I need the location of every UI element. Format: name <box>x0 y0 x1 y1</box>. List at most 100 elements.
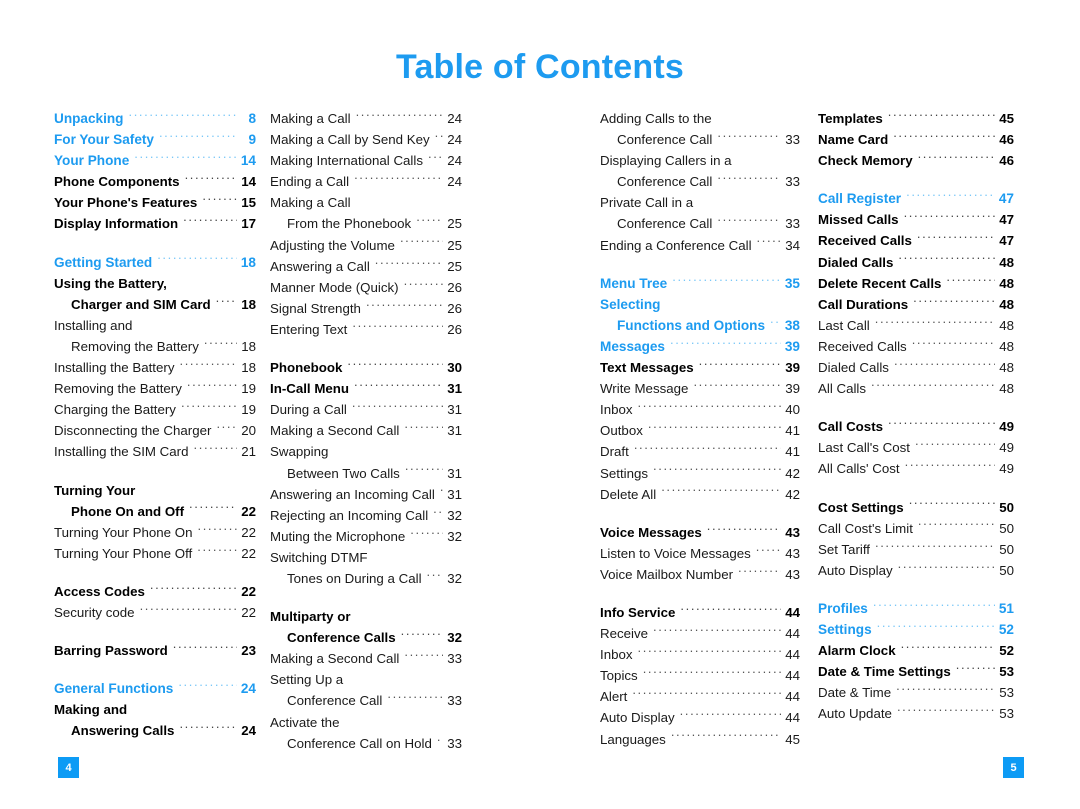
toc-entry[interactable]: Templates 45 <box>818 108 1014 129</box>
toc-entry[interactable]: Barring Password 23 <box>54 640 256 661</box>
toc-entry[interactable]: Private Call in a <box>600 192 800 213</box>
toc-entry[interactable]: Disconnecting the Charger 20 <box>54 420 256 441</box>
toc-entry[interactable]: All Calls 48 <box>818 378 1014 399</box>
toc-entry[interactable]: Adjusting the Volume 25 <box>270 235 462 256</box>
toc-entry[interactable]: Dialed Calls 48 <box>818 357 1014 378</box>
toc-entry[interactable]: Getting Started 18 <box>54 252 256 273</box>
toc-entry[interactable]: Making a Second Call 31 <box>270 420 462 441</box>
toc-entry[interactable]: Your Phone 14 <box>54 150 256 171</box>
toc-entry[interactable]: From the Phonebook 25 <box>270 213 462 234</box>
toc-entry[interactable]: Delete Recent Calls 48 <box>818 273 1014 294</box>
toc-entry[interactable]: Name Card 46 <box>818 129 1014 150</box>
toc-entry[interactable]: Settings 52 <box>818 619 1014 640</box>
toc-entry[interactable]: Inbox 44 <box>600 644 800 665</box>
toc-entry[interactable]: Call Durations 48 <box>818 294 1014 315</box>
toc-entry[interactable]: Charger and SIM Card 18 <box>54 294 256 315</box>
toc-entry[interactable]: Date & Time 53 <box>818 682 1014 703</box>
toc-entry[interactable]: Call Costs 49 <box>818 416 1014 437</box>
toc-entry[interactable]: Alarm Clock 52 <box>818 640 1014 661</box>
toc-entry[interactable]: Access Codes 22 <box>54 581 256 602</box>
toc-entry[interactable]: Turning Your <box>54 480 256 501</box>
toc-entry[interactable]: Text Messages 39 <box>600 357 800 378</box>
toc-entry[interactable]: Making a Call <box>270 192 462 213</box>
toc-entry[interactable]: Auto Update 53 <box>818 703 1014 724</box>
toc-entry[interactable]: Phone On and Off 22 <box>54 501 256 522</box>
toc-entry[interactable]: Installing and <box>54 315 256 336</box>
toc-entry[interactable]: Auto Display 44 <box>600 707 800 728</box>
toc-entry[interactable]: Outbox 41 <box>600 420 800 441</box>
toc-entry[interactable]: In-Call Menu 31 <box>270 378 462 399</box>
toc-entry[interactable]: All Calls' Cost 49 <box>818 458 1014 479</box>
toc-entry[interactable]: Last Call 48 <box>818 315 1014 336</box>
toc-entry[interactable]: Answering a Call 25 <box>270 256 462 277</box>
toc-entry[interactable]: Unpacking 8 <box>54 108 256 129</box>
toc-entry[interactable]: Conference Call 33 <box>600 129 800 150</box>
toc-entry[interactable]: Cost Settings 50 <box>818 497 1014 518</box>
toc-entry[interactable]: Alert 44 <box>600 686 800 707</box>
toc-entry[interactable]: Auto Display 50 <box>818 560 1014 581</box>
toc-entry[interactable]: Adding Calls to the <box>600 108 800 129</box>
toc-entry[interactable]: Languages 45 <box>600 729 800 750</box>
toc-entry[interactable]: Draft 41 <box>600 441 800 462</box>
toc-entry[interactable]: Turning Your Phone On 22 <box>54 522 256 543</box>
toc-entry[interactable]: Delete All 42 <box>600 484 800 505</box>
toc-entry[interactable]: Activate the <box>270 712 462 733</box>
toc-entry[interactable]: Profiles 51 <box>818 598 1014 619</box>
toc-entry[interactable]: Answering Calls 24 <box>54 720 256 741</box>
toc-entry[interactable]: Menu Tree 35 <box>600 273 800 294</box>
toc-entry[interactable]: Call Cost's Limit 50 <box>818 518 1014 539</box>
toc-entry[interactable]: Conference Calls 32 <box>270 627 462 648</box>
toc-entry[interactable]: Charging the Battery 19 <box>54 399 256 420</box>
toc-entry[interactable]: General Functions 24 <box>54 678 256 699</box>
toc-entry[interactable]: Answering an Incoming Call 31 <box>270 484 462 505</box>
toc-entry[interactable]: Making a Call by Send Key 24 <box>270 129 462 150</box>
toc-entry[interactable]: Ending a Conference Call 34 <box>600 235 800 256</box>
toc-entry[interactable]: Your Phone's Features 15 <box>54 192 256 213</box>
toc-entry[interactable]: Tones on During a Call 32 <box>270 568 462 589</box>
toc-entry[interactable]: Listen to Voice Messages 43 <box>600 543 800 564</box>
toc-entry[interactable]: Call Register 47 <box>818 188 1014 209</box>
toc-entry[interactable]: Voice Messages 43 <box>600 522 800 543</box>
toc-entry[interactable]: Set Tariff 50 <box>818 539 1014 560</box>
toc-entry[interactable]: Receive 44 <box>600 623 800 644</box>
toc-entry[interactable]: Info Service 44 <box>600 602 800 623</box>
toc-entry[interactable]: For Your Safety 9 <box>54 129 256 150</box>
toc-entry[interactable]: Conference Call 33 <box>600 213 800 234</box>
toc-entry[interactable]: Inbox 40 <box>600 399 800 420</box>
toc-entry[interactable]: Phonebook 30 <box>270 357 462 378</box>
toc-entry[interactable]: Signal Strength 26 <box>270 298 462 319</box>
toc-entry[interactable]: Making International Calls 24 <box>270 150 462 171</box>
toc-entry[interactable]: Write Message 39 <box>600 378 800 399</box>
toc-entry[interactable]: Received Calls 47 <box>818 230 1014 251</box>
toc-entry[interactable]: Muting the Microphone 32 <box>270 526 462 547</box>
toc-entry[interactable]: Conference Call 33 <box>270 690 462 711</box>
toc-entry[interactable]: Conference Call on Hold 33 <box>270 733 462 754</box>
toc-entry[interactable]: Making and <box>54 699 256 720</box>
toc-entry[interactable]: Messages 39 <box>600 336 800 357</box>
toc-entry[interactable]: Check Memory 46 <box>818 150 1014 171</box>
toc-entry[interactable]: Display Information 17 <box>54 213 256 234</box>
toc-entry[interactable]: Dialed Calls 48 <box>818 252 1014 273</box>
toc-entry[interactable]: Ending a Call 24 <box>270 171 462 192</box>
toc-entry[interactable]: Phone Components 14 <box>54 171 256 192</box>
toc-entry[interactable]: Conference Call 33 <box>600 171 800 192</box>
toc-entry[interactable]: Installing the SIM Card 21 <box>54 441 256 462</box>
toc-entry[interactable]: Settings 42 <box>600 463 800 484</box>
toc-entry[interactable]: Received Calls 48 <box>818 336 1014 357</box>
toc-entry[interactable]: Swapping <box>270 441 462 462</box>
toc-entry[interactable]: Rejecting an Incoming Call 32 <box>270 505 462 526</box>
toc-entry[interactable]: Date & Time Settings 53 <box>818 661 1014 682</box>
toc-entry[interactable]: Setting Up a <box>270 669 462 690</box>
toc-entry[interactable]: Switching DTMF <box>270 547 462 568</box>
toc-entry[interactable]: Installing the Battery 18 <box>54 357 256 378</box>
toc-entry[interactable]: Turning Your Phone Off 22 <box>54 543 256 564</box>
toc-entry[interactable]: Functions and Options 38 <box>600 315 800 336</box>
toc-entry[interactable]: Entering Text 26 <box>270 319 462 340</box>
toc-entry[interactable]: During a Call 31 <box>270 399 462 420</box>
toc-entry[interactable]: Topics 44 <box>600 665 800 686</box>
toc-entry[interactable]: Removing the Battery 19 <box>54 378 256 399</box>
toc-entry[interactable]: Last Call's Cost 49 <box>818 437 1014 458</box>
toc-entry[interactable]: Security code 22 <box>54 602 256 623</box>
toc-entry[interactable]: Making a Second Call 33 <box>270 648 462 669</box>
toc-entry[interactable]: Displaying Callers in a <box>600 150 800 171</box>
